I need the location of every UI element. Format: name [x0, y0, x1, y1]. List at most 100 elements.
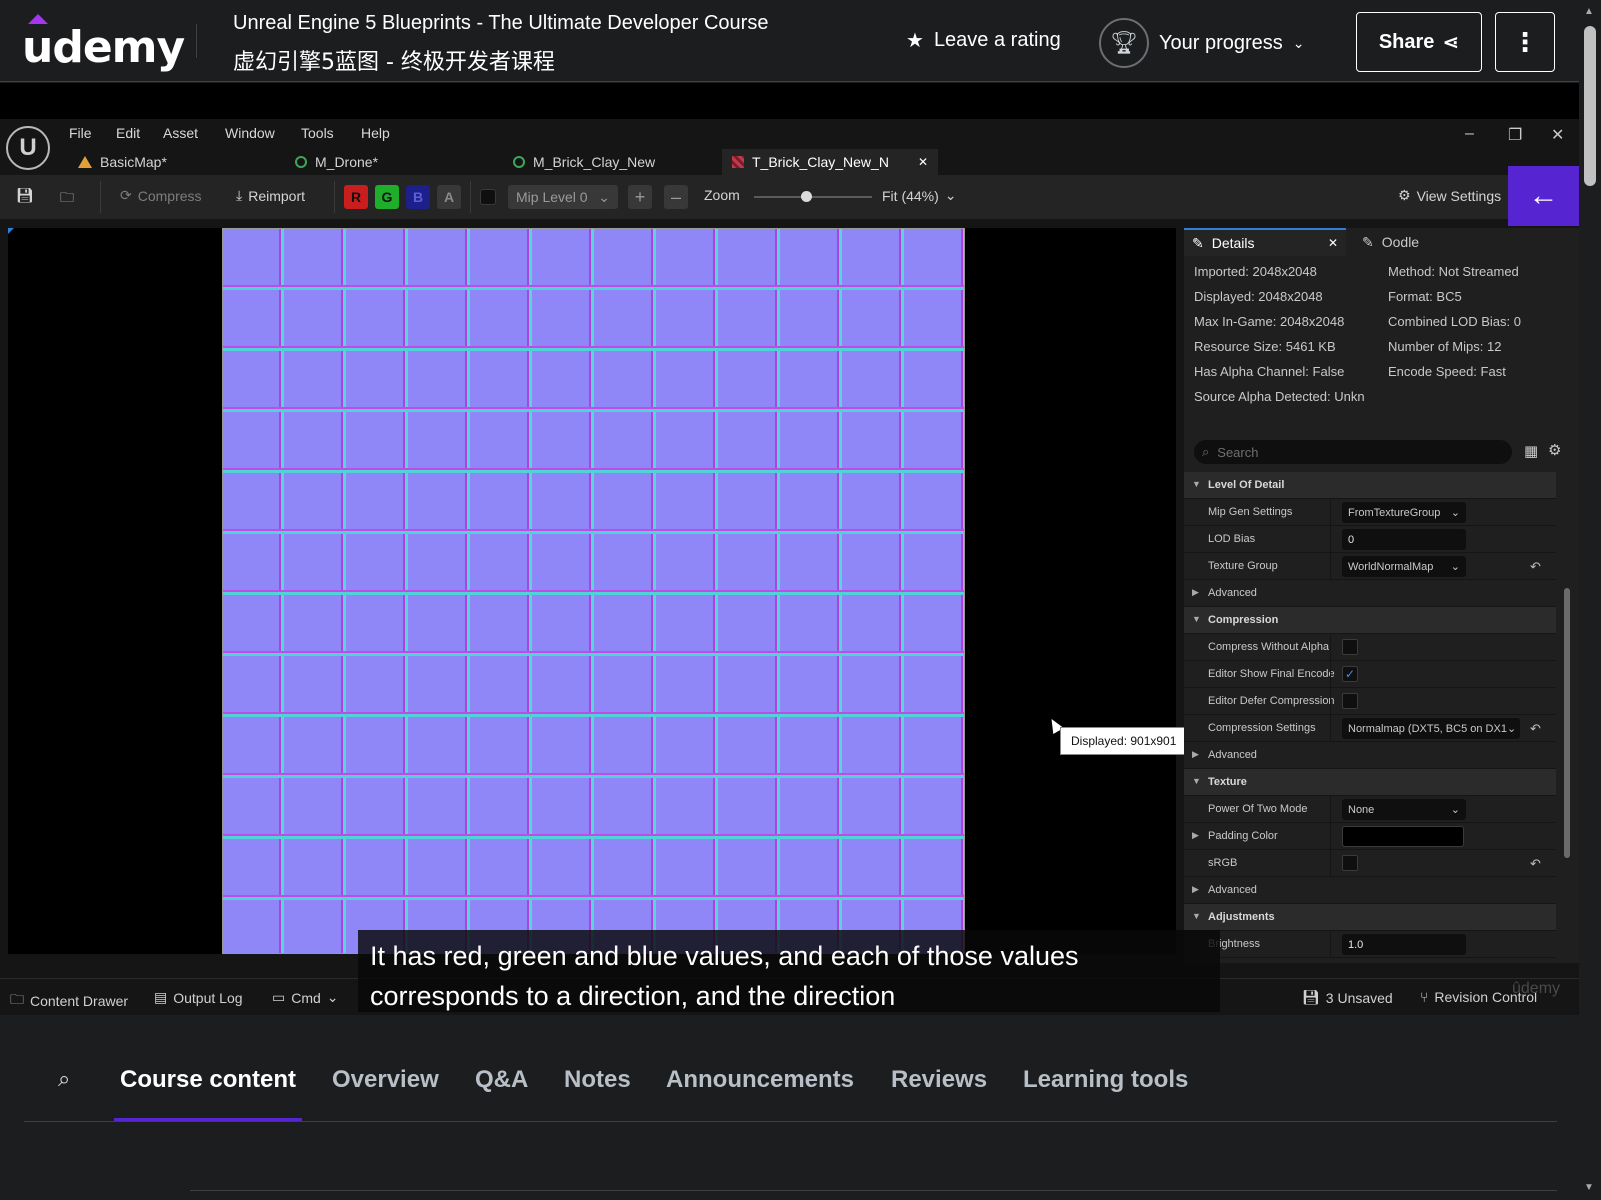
close-window-icon[interactable]: ✕ — [1551, 125, 1564, 145]
pencil-icon: ✎ — [1192, 234, 1204, 251]
reset-arrow-icon[interactable]: ↶ — [1530, 721, 1541, 737]
advanced-compression-row[interactable]: ▶ Advanced — [1184, 742, 1556, 769]
mip-checkbox[interactable] — [480, 189, 496, 205]
texture-viewport[interactable]: Displayed: 901x901 — [8, 228, 1188, 954]
channel-r-toggle[interactable]: R — [344, 185, 368, 209]
caption-line-1: It has red, green and blue values, and e… — [370, 941, 1079, 971]
page-scrollbar-thumb[interactable] — [1584, 26, 1596, 186]
share-button[interactable]: Share ⋖ — [1356, 12, 1482, 72]
menu-help[interactable]: Help — [361, 125, 390, 141]
channel-b-toggle[interactable]: B — [406, 185, 430, 209]
defer-compression-checkbox[interactable] — [1342, 693, 1358, 709]
browse-icon[interactable]: 🗀︎ — [60, 187, 74, 211]
gear-icon[interactable]: ⚙ — [1548, 441, 1561, 459]
tab-notes[interactable]: Notes — [564, 1066, 631, 1094]
tab-reviews[interactable]: Reviews — [891, 1066, 987, 1094]
mip-level-dropdown[interactable]: Mip Level 0 ⌄ — [508, 185, 618, 209]
tab-learning-tools[interactable]: Learning tools — [1023, 1066, 1188, 1094]
tab-m-brick-clay-new[interactable]: M_Brick_Clay_New — [503, 149, 665, 175]
srgb-checkbox[interactable] — [1342, 855, 1358, 871]
scroll-up-icon[interactable]: ▲ — [1584, 6, 1594, 17]
compress-button[interactable]: ⟳ Compress — [120, 187, 202, 204]
prop-label: Padding Color — [1208, 830, 1278, 842]
column-divider — [1330, 796, 1331, 823]
share-label: Share — [1378, 30, 1435, 53]
tab-overview[interactable]: Overview — [332, 1066, 439, 1094]
leave-rating-button[interactable]: ★ Leave a rating — [906, 28, 1061, 53]
editor-titlebar: U File Edit Asset Window Tools Help – ❐ … — [0, 119, 1579, 175]
column-divider — [1330, 715, 1331, 742]
tab-details[interactable]: ✎ Details ✕ — [1184, 228, 1346, 256]
unsaved-button[interactable]: 💾︎ 3 Unsaved — [1302, 989, 1393, 1006]
normal-map-preview — [222, 228, 965, 954]
course-title[interactable]: Unreal Engine 5 Blueprints - The Ultimat… — [233, 12, 768, 35]
brightness-input[interactable]: 1.0 — [1342, 934, 1466, 955]
power-of-two-dropdown[interactable]: None ⌄ — [1342, 799, 1466, 820]
output-log-button[interactable]: ▤ Output Log — [154, 989, 243, 1006]
close-tab-icon[interactable]: ✕ — [918, 155, 928, 169]
show-final-encode-checkbox[interactable]: ✓ — [1342, 666, 1358, 682]
chevron-down-icon: ⌄ — [1292, 34, 1305, 51]
tab-course-content[interactable]: Course content — [120, 1066, 296, 1094]
compress-without-alpha-checkbox[interactable] — [1342, 639, 1358, 655]
column-divider — [1330, 634, 1331, 661]
details-search-input[interactable]: ⌕ Search — [1194, 440, 1512, 464]
compress-label: Compress — [137, 187, 202, 204]
restore-icon[interactable]: ❐ — [1508, 125, 1522, 145]
menu-file[interactable]: File — [69, 125, 92, 141]
mip-increase-button[interactable]: + — [628, 185, 652, 209]
table-view-icon[interactable]: ▦ — [1524, 442, 1538, 460]
compression-settings-dropdown[interactable]: Normalmap (DXT5, BC5 on DX1 ⌄ — [1342, 718, 1520, 739]
padding-color-swatch[interactable] — [1342, 826, 1464, 847]
mip-gen-dropdown[interactable]: FromTextureGroup ⌄ — [1342, 502, 1466, 523]
channel-g-toggle[interactable]: G — [375, 185, 399, 209]
reset-arrow-icon[interactable]: ↶ — [1530, 856, 1541, 872]
chevron-down-icon: ⌄ — [326, 989, 339, 1005]
details-scrollbar[interactable] — [1564, 588, 1570, 858]
menu-window[interactable]: Window — [225, 125, 275, 141]
prop-label: Compress Without Alpha — [1208, 641, 1330, 653]
menu-edit[interactable]: Edit — [116, 125, 140, 141]
tab-basicmap[interactable]: BasicMap* — [68, 149, 177, 175]
video-player[interactable]: U File Edit Asset Window Tools Help – ❐ … — [0, 83, 1579, 1015]
caption-line-2: corresponds to a direction, and the dire… — [370, 981, 896, 1011]
page-scrollbar[interactable]: ▲ ▼ — [1579, 0, 1601, 1200]
reimport-button[interactable]: ⤓ Reimport — [236, 187, 305, 204]
scroll-down-icon[interactable]: ▼ — [1584, 1182, 1594, 1193]
reset-arrow-icon[interactable]: ↶ — [1530, 559, 1541, 575]
tab-m-drone[interactable]: M_Drone* — [285, 149, 388, 175]
category-compression[interactable]: ▼ Compression — [1184, 607, 1556, 634]
channel-a-toggle[interactable]: A — [437, 185, 461, 209]
advanced-lod-row[interactable]: ▶ Advanced — [1184, 580, 1556, 607]
lod-bias-input[interactable]: 0 — [1342, 529, 1466, 550]
menu-tools[interactable]: Tools — [301, 125, 334, 141]
prop-label: Compression Settings — [1208, 722, 1316, 734]
content-drawer-button[interactable]: 🗀︎ Content Drawer — [10, 989, 128, 1013]
back-arrow-button[interactable]: ← — [1508, 166, 1579, 226]
category-adjustments[interactable]: ▼ Adjustments — [1184, 904, 1556, 931]
search-icon[interactable]: ⌕ — [58, 1066, 70, 1092]
advanced-texture-row[interactable]: ▶ Advanced — [1184, 877, 1556, 904]
tab-announcements[interactable]: Announcements — [666, 1066, 854, 1094]
tab-t-brick-clay-new-n[interactable]: T_Brick_Clay_New_N ✕ — [722, 149, 938, 175]
close-tab-icon[interactable]: ✕ — [1328, 236, 1338, 250]
progress-dropdown[interactable]: 🏆︎ Your progress ⌄ — [1099, 18, 1305, 68]
tab-oodle[interactable]: ✎ Oodle — [1354, 228, 1427, 256]
more-options-button[interactable]: ⋮ — [1495, 12, 1555, 72]
view-settings-button[interactable]: ⚙ View Settings — [1398, 187, 1501, 204]
fit-dropdown[interactable]: Fit (44%) ⌄ — [882, 187, 957, 204]
logo-wordmark: udemy — [22, 22, 185, 73]
texture-group-dropdown[interactable]: WorldNormalMap ⌄ — [1342, 556, 1466, 577]
menu-asset[interactable]: Asset — [163, 125, 198, 141]
minimize-icon[interactable]: – — [1465, 125, 1474, 143]
category-level-of-detail[interactable]: ▼ Level Of Detail — [1184, 472, 1556, 499]
tab-qa[interactable]: Q&A — [475, 1066, 528, 1094]
cmd-dropdown[interactable]: ▭ Cmd ⌄ — [272, 989, 339, 1006]
zoom-slider[interactable] — [754, 196, 872, 198]
mip-decrease-button[interactable]: – — [664, 185, 688, 209]
zoom-slider-thumb[interactable] — [801, 191, 812, 202]
dropdown-value: Normalmap (DXT5, BC5 on DX1 — [1348, 722, 1507, 735]
udemy-logo[interactable]: udemy — [22, 14, 185, 73]
save-icon[interactable]: 💾︎ — [16, 187, 34, 204]
category-texture[interactable]: ▼ Texture — [1184, 769, 1556, 796]
